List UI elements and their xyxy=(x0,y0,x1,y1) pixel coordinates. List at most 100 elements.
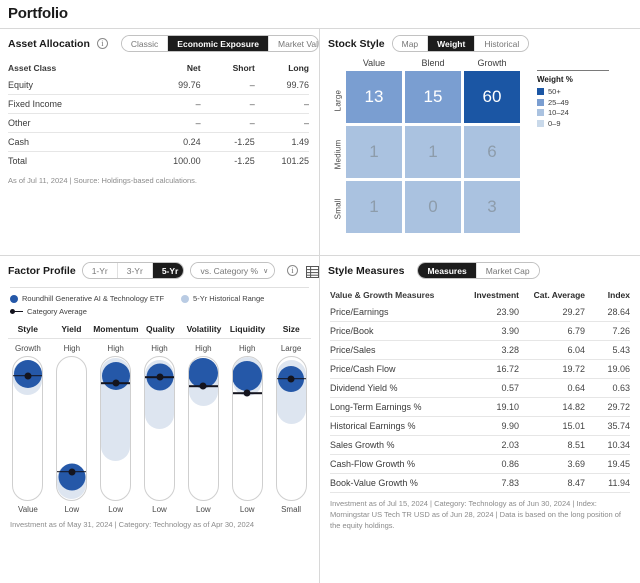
factor-name-size: Size xyxy=(269,324,313,338)
col-asset-class: Asset Class xyxy=(8,63,57,73)
cell-index: 7.26 xyxy=(585,321,630,341)
style-cell-small-growth[interactable]: 3 xyxy=(464,181,520,233)
category-average-dot xyxy=(68,468,76,476)
table-row: Price/Book 3.90 6.79 7.26 xyxy=(330,321,630,341)
tab-economic-exposure[interactable]: Economic Exposure xyxy=(168,36,270,51)
style-measures-header: Style Measures Measures Market Cap xyxy=(320,256,640,279)
weight-legend: Weight % 50+ 25–49 10–24 0–9 xyxy=(537,58,609,236)
legend-rule xyxy=(537,70,609,71)
factor-name-momentum: Momentum xyxy=(93,324,138,338)
cell-cat-average: 6.04 xyxy=(519,340,585,360)
cell-investment: 23.90 xyxy=(456,303,519,322)
style-cell-large-growth[interactable]: 60 xyxy=(464,71,520,123)
category-average-dot xyxy=(287,375,295,383)
tab-market-value[interactable]: Market Value xyxy=(269,36,318,51)
table-row: Price/Cash Flow 16.72 19.72 19.06 xyxy=(330,359,630,379)
tab-market-cap[interactable]: Market Cap xyxy=(476,263,539,278)
factor-bar-size[interactable] xyxy=(275,356,307,501)
style-cell-large-value[interactable]: 13 xyxy=(346,71,402,123)
row-label-small: Small xyxy=(333,198,343,220)
cell-cat-average: 6.79 xyxy=(519,321,585,341)
stock-style-tabs[interactable]: Map Weight Historical xyxy=(391,35,530,52)
table-header-row: Asset Class Net Short Long xyxy=(8,60,309,76)
table-icon[interactable] xyxy=(306,265,319,278)
asset-allocation-panel: Asset Allocation i Classic Economic Expo… xyxy=(0,29,319,187)
style-cell-small-blend[interactable]: 0 xyxy=(405,181,461,233)
info-icon[interactable]: i xyxy=(287,265,298,276)
cell-short: – xyxy=(200,76,255,95)
category-average-icon xyxy=(10,308,23,316)
cell-investment: 0.86 xyxy=(456,454,519,474)
cell-investment: 3.90 xyxy=(456,321,519,341)
factor-bottom-label: Low xyxy=(108,505,123,514)
style-cell-small-value[interactable]: 1 xyxy=(346,181,402,233)
cell-measure: Price/Cash Flow xyxy=(330,359,456,379)
stock-style-row-medium: 1 1 6 xyxy=(346,126,523,181)
factor-top-label: High xyxy=(239,344,256,353)
asset-allocation-tabs[interactable]: Classic Economic Exposure Market Value xyxy=(120,35,319,52)
factor-top-label: High xyxy=(63,344,81,353)
table-row: Long-Term Earnings % 19.10 14.82 29.72 xyxy=(330,397,630,417)
legend-label: 50+ xyxy=(548,87,561,96)
factor-bar-momentum[interactable] xyxy=(100,356,132,501)
factor-period-tabs[interactable]: 1-Yr 3-Yr 5-Yr xyxy=(81,262,185,279)
cell-net: 100.00 xyxy=(140,151,201,170)
info-icon[interactable]: i xyxy=(96,38,108,49)
stock-style-panel: Stock Style Map Weight Historical Large … xyxy=(320,29,640,236)
row-label-medium: Medium xyxy=(333,139,343,170)
style-measures-tabs[interactable]: Measures Market Cap xyxy=(417,262,540,279)
style-cell-medium-blend[interactable]: 1 xyxy=(405,126,461,178)
cell-investment: 19.10 xyxy=(456,397,519,417)
tab-1yr[interactable]: 1-Yr xyxy=(82,263,118,278)
factor-bar-quality[interactable] xyxy=(144,356,175,501)
factor-profile-panel: Factor Profile 1-Yr 3-Yr 5-Yr vs. Catego… xyxy=(0,256,319,529)
legend-swatch-50plus xyxy=(537,88,544,95)
stock-style-row-labels: Large Medium Small xyxy=(330,58,346,236)
factor-label: Volatility xyxy=(186,324,222,334)
legend-item: 10–24 xyxy=(537,108,609,117)
dot-lightblue-icon xyxy=(181,294,190,303)
style-cell-medium-value[interactable]: 1 xyxy=(346,126,402,178)
tab-classic[interactable]: Classic xyxy=(121,36,169,51)
factor-bar-yield[interactable] xyxy=(56,356,88,501)
cell-investment: 16.72 xyxy=(456,359,519,379)
table-row: Price/Sales 3.28 6.04 5.43 xyxy=(330,340,630,360)
tab-weight[interactable]: Weight xyxy=(428,36,476,51)
cell-cat-average: 15.01 xyxy=(519,416,585,436)
style-cell-medium-growth[interactable]: 6 xyxy=(464,126,520,178)
factor-bar-liquidity[interactable] xyxy=(231,356,263,501)
tab-5yr[interactable]: 5-Yr xyxy=(152,263,184,278)
factor-column-size: Large Small xyxy=(269,339,313,514)
factor-label: Yield xyxy=(61,324,82,334)
tab-3yr[interactable]: 3-Yr xyxy=(117,263,153,278)
cell-investment: 3.28 xyxy=(456,340,519,360)
cell-measure: Historical Earnings % xyxy=(330,416,456,436)
factor-bottom-label: Value xyxy=(17,505,38,514)
legend-label: 5-Yr Historical Range xyxy=(193,294,265,303)
factor-bar-volatility[interactable] xyxy=(187,356,219,501)
cell-investment: 0.57 xyxy=(456,378,519,398)
cell-net: 0.24 xyxy=(140,132,201,152)
tab-map[interactable]: Map xyxy=(392,36,429,51)
legend-label: 0–9 xyxy=(548,118,561,128)
asset-allocation-header: Asset Allocation i Classic Economic Expo… xyxy=(0,29,319,52)
legend-label: Category Average xyxy=(27,307,87,316)
col-label-blend: Blend xyxy=(421,58,445,68)
factor-column-volatility: High Low xyxy=(181,339,225,514)
factor-name-quality: Quality xyxy=(139,324,183,338)
tab-historical[interactable]: Historical xyxy=(475,36,529,51)
style-measures-panel: Style Measures Measures Market Cap Value… xyxy=(320,256,640,532)
style-cell-large-blend[interactable]: 15 xyxy=(405,71,461,123)
factor-bar-style[interactable] xyxy=(12,356,44,501)
compare-dropdown[interactable]: vs. Category % ∨ xyxy=(190,262,275,279)
legend-item: 0–9 xyxy=(537,119,609,128)
cell-short: -1.25 xyxy=(200,132,255,152)
table-row: Cash 0.24 -1.25 1.49 xyxy=(8,132,309,152)
factor-column-yield: High Low xyxy=(50,339,94,514)
factor-column-quality: High Low xyxy=(138,339,182,514)
legend-item-fund: Roundhill Generative AI & Technology ETF xyxy=(10,294,164,303)
legend-item-range: 5-Yr Historical Range xyxy=(181,294,264,303)
tab-measures[interactable]: Measures xyxy=(418,263,477,278)
factor-column-momentum: High Low xyxy=(94,339,138,514)
table-row: Dividend Yield % 0.57 0.64 0.63 xyxy=(330,378,630,398)
